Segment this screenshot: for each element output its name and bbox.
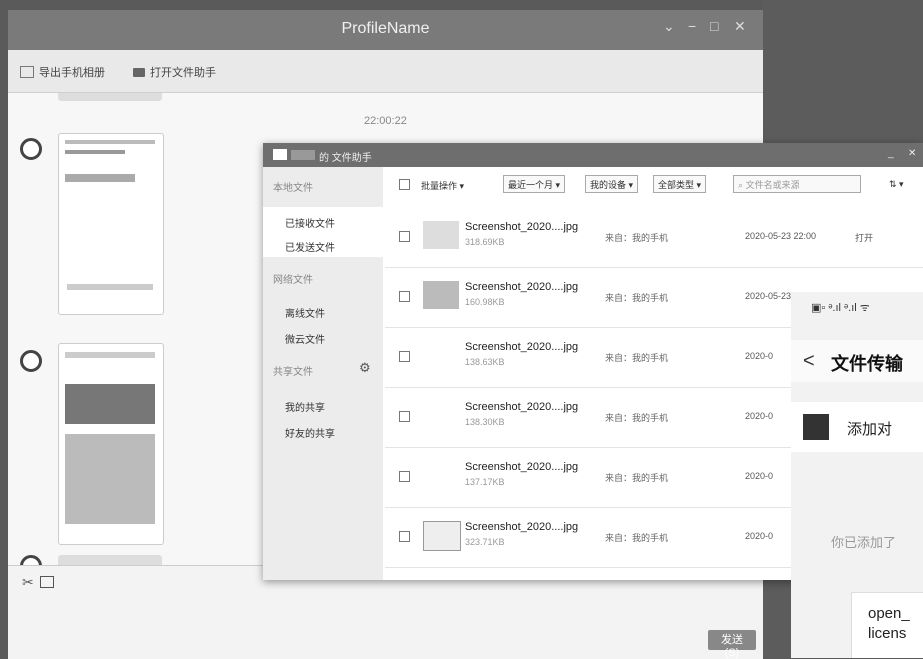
file-source: 来自：我的手机 (605, 473, 669, 483)
open-file-helper-button[interactable]: 打开文件助手 (133, 64, 216, 80)
minimize-button[interactable]: − (688, 18, 696, 34)
file-name[interactable]: Screenshot_2020....jpg (465, 461, 578, 473)
phone-screen-overlay: ▣▫ ᵊ.ıl ᵊ.ıl ᯤ < 文件传输 添加对 你已添加了 open_ li… (791, 292, 923, 658)
file-name[interactable]: Screenshot_2020....jpg (465, 521, 578, 533)
avatar[interactable] (20, 350, 42, 372)
file-date: 2020-05-23 22:00 (745, 231, 817, 241)
username-redacted (291, 150, 315, 160)
file-name[interactable]: Screenshot_2020....jpg (465, 341, 578, 353)
send-button[interactable]: 发送(S) (708, 630, 756, 659)
file-row[interactable]: Screenshot_2020....jpg 318.69KB 来自：我的手机 … (385, 207, 923, 268)
file-size: 138.63KB (465, 357, 505, 367)
sidebar-section-network[interactable]: 网络文件 (273, 271, 313, 286)
image-message-thumbnail[interactable] (58, 555, 162, 565)
close-button[interactable]: ✕ (908, 148, 916, 159)
previous-image-thumbnail[interactable] (58, 93, 162, 101)
file-size: 137.17KB (465, 477, 505, 487)
sidebar-item-my-shares[interactable]: 我的共享 (285, 399, 325, 414)
file-date: 2020-0 (745, 531, 774, 541)
file-source: 来自：我的手机 (605, 413, 669, 423)
phone-page-title: 文件传输 (831, 354, 903, 374)
scissors-icon[interactable]: ✂ (22, 574, 34, 591)
phone-status-bar: ▣▫ ᵊ.ıl ᵊ.ıl ᯤ (811, 302, 870, 314)
file-card-name-2: licens (868, 625, 907, 642)
export-album-button[interactable]: 导出手机相册 (20, 64, 105, 80)
folder-icon[interactable] (40, 576, 54, 588)
file-thumbnail (423, 221, 459, 249)
sidebar-item-weiyun[interactable]: 微云文件 (285, 331, 325, 346)
file-thumbnail (423, 521, 461, 551)
search-placeholder: 文件名或来源 (745, 180, 800, 190)
open-file-link[interactable]: 打开 (855, 231, 873, 244)
sidebar-section-shared[interactable]: 共享文件 (273, 363, 313, 378)
folder-icon (133, 67, 145, 77)
export-album-label: 导出手机相册 (39, 67, 105, 79)
chevron-down-icon[interactable]: ⌄ (663, 18, 675, 35)
file-source: 来自：我的手机 (605, 533, 669, 543)
add-device-label: 添加对 (847, 421, 893, 438)
row-checkbox[interactable] (399, 411, 410, 422)
chat-toolbar: 导出手机相册 打开文件助手 (8, 50, 763, 93)
back-icon[interactable]: < (803, 350, 815, 373)
added-notice: 你已添加了 (831, 535, 897, 550)
file-date: 2020-0 (745, 411, 774, 421)
file-date: 2020-0 (745, 471, 774, 481)
image-message-thumbnail[interactable] (58, 133, 164, 315)
file-size: 138.30KB (465, 417, 505, 427)
sidebar-item-received[interactable]: 已接收文件 (285, 215, 335, 230)
device-filter-select[interactable]: 我的设备 ▾ (585, 175, 639, 193)
avatar[interactable] (20, 138, 42, 160)
phone-header: < 文件传输 (791, 340, 923, 382)
gear-icon[interactable]: ⚙ (359, 360, 371, 376)
file-size: 160.98KB (465, 297, 505, 307)
row-checkbox[interactable] (399, 531, 410, 542)
file-search-input[interactable]: ⌕ 文件名或来源 (733, 175, 861, 193)
row-checkbox[interactable] (399, 471, 410, 482)
file-date: 2020-0 (745, 351, 774, 361)
file-name[interactable]: Screenshot_2020....jpg (465, 401, 578, 413)
batch-operations-button[interactable]: 批量操作 ▾ (421, 179, 464, 192)
file-name[interactable]: Screenshot_2020....jpg (465, 281, 578, 293)
sidebar-section-local[interactable]: 本地文件 (273, 179, 313, 194)
type-filter-select[interactable]: 全部类型 ▾ (653, 175, 707, 193)
sidebar-item-sent[interactable]: 已发送文件 (285, 239, 335, 254)
sort-button[interactable]: ⇅ ▾ (889, 179, 904, 190)
file-sidebar: 本地文件 已接收文件 已发送文件 网络文件 离线文件 微云文件 共享文件 ⚙ 我… (263, 167, 383, 580)
select-all-checkbox[interactable] (399, 179, 410, 190)
file-manager-title-bar: 的 文件助手 _ ✕ (263, 143, 923, 167)
image-message-thumbnail[interactable] (58, 343, 164, 545)
maximize-button[interactable]: □ (710, 18, 718, 34)
sidebar-item-offline[interactable]: 离线文件 (285, 305, 325, 320)
row-checkbox[interactable] (399, 231, 410, 242)
search-icon: ⌕ (738, 180, 744, 190)
row-checkbox[interactable] (399, 291, 410, 302)
file-manager-title: 的 文件助手 (319, 153, 372, 164)
add-device-row[interactable]: 添加对 (791, 402, 923, 452)
file-card[interactable]: open_ licens (851, 592, 923, 658)
file-name[interactable]: Screenshot_2020....jpg (465, 221, 578, 233)
file-source: 来自：我的手机 (605, 353, 669, 363)
row-checkbox[interactable] (399, 351, 410, 362)
file-source: 来自：我的手机 (605, 293, 669, 303)
export-phone-album-icon (20, 66, 34, 78)
close-button[interactable]: ✕ (734, 18, 746, 35)
avatar[interactable] (20, 555, 42, 565)
sidebar-item-friend-shares[interactable]: 好友的共享 (285, 425, 335, 440)
file-size: 318.69KB (465, 237, 505, 247)
folder-icon (803, 414, 829, 440)
minimize-button[interactable]: _ (888, 148, 894, 159)
window-title: ProfileName (341, 20, 430, 37)
period-filter-select[interactable]: 最近一个月 ▾ (503, 175, 566, 193)
file-source: 来自：我的手机 (605, 233, 669, 243)
folder-icon (273, 149, 287, 160)
title-bar: ProfileName ⌄ − □ ✕ (8, 10, 763, 50)
file-size: 323.71KB (465, 537, 505, 547)
open-file-helper-label: 打开文件助手 (150, 67, 216, 79)
file-card-name: open_ (868, 605, 910, 622)
message-timestamp: 22:00:22 (364, 115, 407, 127)
file-thumbnail (423, 281, 459, 309)
